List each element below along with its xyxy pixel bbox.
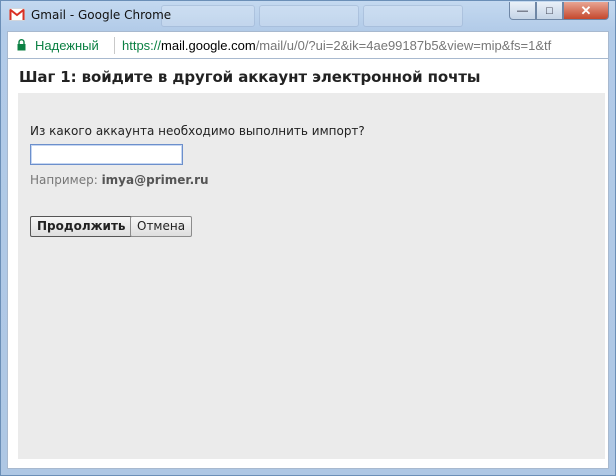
title-bar[interactable]: Gmail - Google Chrome — □ ✕ bbox=[1, 1, 615, 31]
browser-window: Gmail - Google Chrome — □ ✕ Надежный htt… bbox=[0, 0, 616, 476]
gmail-icon bbox=[9, 8, 25, 21]
background-window-ghost bbox=[259, 5, 359, 27]
continue-button[interactable]: Продолжить bbox=[30, 216, 133, 237]
maximize-icon: □ bbox=[546, 4, 553, 17]
page-content: Шаг 1: войдите в другой аккаунт электрон… bbox=[7, 59, 609, 469]
cancel-button[interactable]: Отмена bbox=[130, 216, 193, 237]
url-text[interactable]: https://mail.google.com/mail/u/0/?ui=2&i… bbox=[122, 38, 608, 53]
background-window-ghost bbox=[363, 5, 463, 27]
maximize-button[interactable]: □ bbox=[536, 2, 563, 20]
example-email: imya@primer.ru bbox=[101, 173, 209, 187]
minimize-button[interactable]: — bbox=[509, 2, 536, 20]
address-bar[interactable]: Надежный https://mail.google.com/mail/u/… bbox=[7, 31, 609, 59]
window-controls: — □ ✕ bbox=[509, 2, 609, 20]
lock-icon bbox=[17, 39, 26, 51]
window-title: Gmail - Google Chrome bbox=[31, 8, 172, 22]
close-button[interactable]: ✕ bbox=[563, 2, 609, 20]
close-icon: ✕ bbox=[580, 2, 592, 18]
security-label[interactable]: Надежный bbox=[35, 38, 99, 53]
url-scheme: https:// bbox=[122, 38, 162, 53]
url-path: /mail/u/0/?ui=2&ik=4ae99187b5&view=mip&f… bbox=[255, 38, 552, 53]
background-window-ghost bbox=[161, 5, 255, 27]
example-hint: Например: imya@primer.ru bbox=[30, 173, 209, 187]
example-prefix: Например: bbox=[30, 173, 98, 187]
account-input[interactable] bbox=[30, 144, 183, 165]
import-form-panel: Из какого аккаунта необходимо выполнить … bbox=[18, 93, 605, 459]
address-divider bbox=[114, 37, 115, 54]
page-title: Шаг 1: войдите в другой аккаунт электрон… bbox=[19, 68, 481, 86]
minimize-icon: — bbox=[517, 4, 528, 17]
account-question-label: Из какого аккаунта необходимо выполнить … bbox=[30, 124, 365, 138]
url-host: mail.google.com bbox=[161, 38, 256, 53]
